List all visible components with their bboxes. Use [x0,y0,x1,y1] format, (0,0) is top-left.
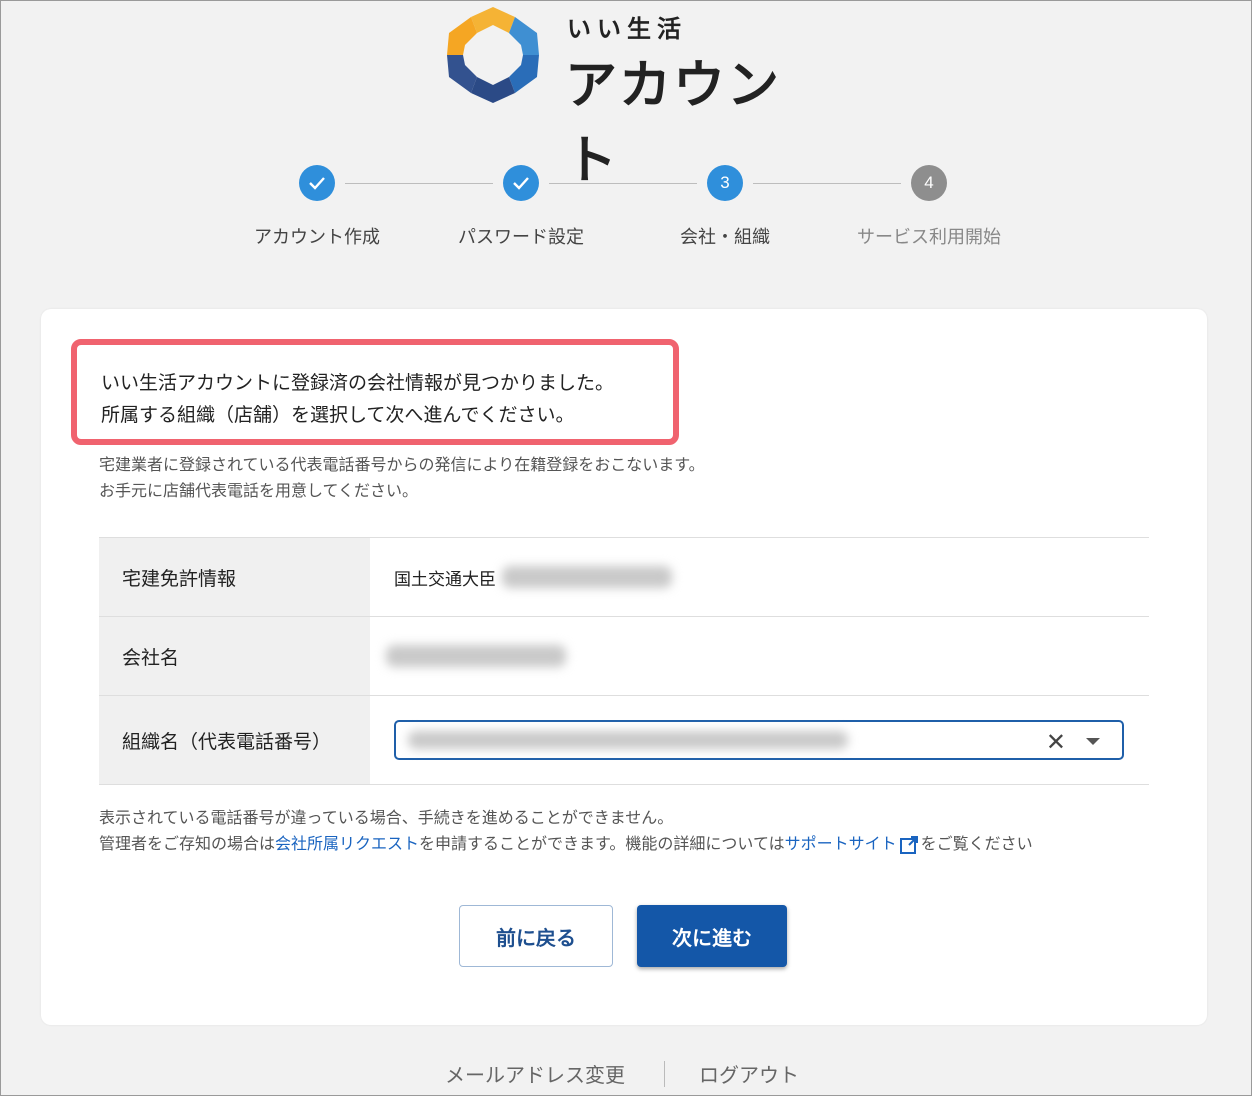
step-password-setting: パスワード設定 [421,165,621,249]
license-authority: 国土交通大臣 [394,569,496,590]
company-value [370,617,1149,695]
footnote-line: 表示されている電話番号が違っている場合、手続きを進めることができません。 [99,808,674,827]
company-info-table: 宅建免許情報 国土交通大臣 会社名 組織名（代表電話番号） ✕ [99,537,1149,785]
step-label: サービス利用開始 [857,227,1001,248]
redacted-text [386,645,566,667]
bottom-links: メールアドレス変更 ログアウト [1,1059,1252,1089]
check-icon [503,165,539,201]
footnote: 表示されている電話番号が違っている場合、手続きを進めることができません。 管理者… [99,805,1033,857]
check-icon [299,165,335,201]
step-number: 3 [707,165,743,201]
table-row: 宅建免許情報 国土交通大臣 [99,538,1149,617]
footnote-text: 管理者をご存知の場合は [99,834,276,853]
progress-stepper: アカウント作成 パスワード設定 3 会社・組織 4 サービス利用開始 [1,165,1252,255]
chevron-down-icon[interactable] [1086,738,1100,745]
license-label: 宅建免許情報 [99,538,370,616]
redacted-text [502,566,672,588]
message-line: 所属する組織（店舗）を選択して次へ進んでください。 [101,404,575,426]
clear-icon[interactable]: ✕ [1046,728,1066,756]
email-change-link[interactable]: メールアドレス変更 [445,1059,625,1088]
hexagon-logo-icon [447,7,539,103]
footnote-text: を申請することができます。機能の詳細については [419,834,785,853]
main-card: いい生活アカウントに登録済の会社情報が見つかりました。 所属する組織（店舗）を選… [41,309,1207,1025]
logo-subtitle: いい生活 [567,15,687,43]
note-line: 宅建業者に登録されている代表電話番号からの発信により在籍登録をおこないます。 [99,455,705,474]
footnote-text: をご覧ください [920,834,1033,853]
redacted-text [408,731,848,749]
note-line: お手元に店舗代表電話を用意してください。 [99,481,419,500]
logout-link[interactable]: ログアウト [699,1059,799,1088]
step-company-org: 3 会社・組織 [625,165,825,249]
org-label: 組織名（代表電話番号） [99,696,370,784]
divider [664,1061,665,1087]
table-row: 組織名（代表電話番号） ✕ [99,696,1149,785]
message-line: いい生活アカウントに登録済の会社情報が見つかりました。 [101,372,615,394]
step-account-creation: アカウント作成 [217,165,417,249]
org-value: ✕ [370,696,1149,784]
license-value: 国土交通大臣 [370,538,1149,616]
support-site-link[interactable]: サポートサイト [785,834,897,853]
phone-note: 宅建業者に登録されている代表電話番号からの発信により在籍登録をおこないます。 お… [99,452,705,504]
company-affiliation-request-link[interactable]: 会社所属リクエスト [275,834,419,853]
footnote-line: 管理者をご存知の場合は会社所属リクエストを申請することができます。機能の詳細につ… [99,831,1033,857]
back-button[interactable]: 前に戻る [459,905,613,967]
table-row: 会社名 [99,617,1149,696]
step-label: パスワード設定 [458,227,584,248]
found-message-box: いい生活アカウントに登録済の会社情報が見つかりました。 所属する組織（店舗）を選… [71,339,679,445]
step-service-start: 4 サービス利用開始 [829,165,1029,249]
external-link-icon[interactable] [899,835,919,855]
step-number: 4 [911,165,947,201]
step-label: 会社・組織 [680,227,770,248]
step-label: アカウント作成 [254,227,380,248]
next-button[interactable]: 次に進む [637,905,787,967]
company-label: 会社名 [99,617,370,695]
app-logo: いい生活 アカウント [441,3,811,191]
organization-select[interactable]: ✕ [394,720,1124,760]
